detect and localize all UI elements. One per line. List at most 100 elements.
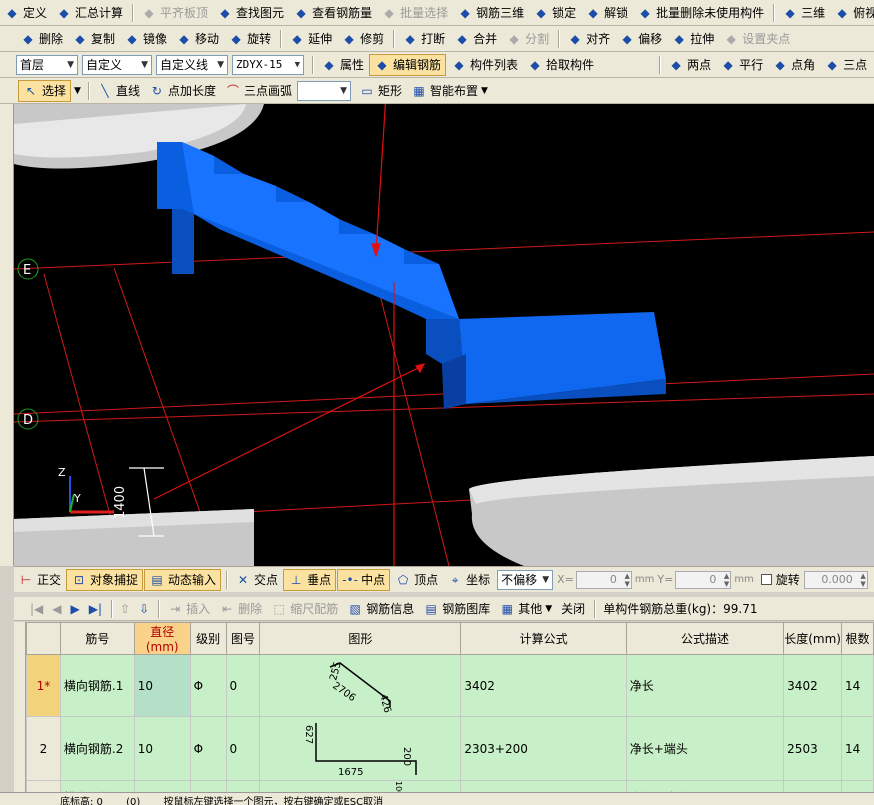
offset-mode-select[interactable]: 不偏移 ▼ — [497, 569, 554, 590]
count-cell[interactable]: 14 — [841, 716, 874, 781]
intersection-snap[interactable]: ✕ 交点 — [231, 569, 282, 591]
edit-button-2[interactable]: ◆ 镜像 — [120, 28, 171, 50]
edit-button-12[interactable]: ◆ 拉伸 — [667, 28, 718, 50]
grade-cell[interactable]: Φ — [189, 716, 227, 781]
row-number-cell[interactable]: 2 — [26, 716, 61, 781]
perpendicular-snap[interactable]: ⊥ 垂点 — [283, 568, 337, 591]
arc-option-select[interactable]: ▼ — [296, 80, 351, 101]
insert-button[interactable]: ⇥ 插入 — [163, 598, 214, 620]
axis-button-3[interactable]: ◆ 三点 — [820, 54, 871, 76]
select-tool[interactable]: ↖ 选择 — [18, 79, 72, 102]
edit-button-4[interactable]: ◆ 旋转 — [224, 28, 275, 50]
component-button-1[interactable]: ◆ 编辑钢筋 — [369, 53, 447, 76]
stair-component[interactable] — [157, 142, 666, 409]
formula-desc-cell[interactable]: 净长+端头 — [625, 716, 785, 781]
formula-desc-cell[interactable]: 净长+端头 — [625, 780, 785, 792]
shape-number-cell[interactable]: 0 — [225, 716, 261, 781]
col-count-header[interactable]: 根数 — [841, 622, 874, 655]
main-button-6[interactable]: ◆ 钢筋三维 — [453, 2, 528, 24]
length-cell[interactable]: 2125 — [783, 780, 843, 792]
rotate-checkbox[interactable] — [760, 574, 772, 585]
col-shape-header[interactable]: 图形 — [259, 622, 462, 655]
diameter-cell[interactable]: 10 — [133, 716, 191, 781]
shape-cell[interactable]: 627 1675 200 — [259, 716, 462, 781]
shape-number-cell[interactable]: 0 — [225, 780, 261, 792]
edit-button-0[interactable]: ◆ 删除 — [16, 28, 67, 50]
col-diameter-header[interactable]: 直径(mm) — [133, 622, 191, 655]
edit-button-9[interactable]: ◆ 分割 — [502, 28, 553, 50]
formula-cell[interactable]: 2303+200 — [460, 716, 627, 781]
3d-viewport[interactable]: 1400 Z Y E D — [14, 104, 874, 566]
formula-desc-cell[interactable]: 净长 — [625, 654, 785, 717]
col-shape-no-header[interactable]: 图号 — [225, 622, 261, 655]
length-cell[interactable]: 2503 — [783, 716, 843, 781]
main-button-11[interactable]: ◆俯视 — [830, 2, 874, 24]
next-record-button[interactable]: ▶ — [67, 598, 84, 620]
coordinate-snap[interactable]: ⌖ 坐标 — [443, 569, 494, 591]
component-button-3[interactable]: ◆ 拾取构件 — [523, 54, 598, 76]
col-desc-header[interactable]: 公式描述 — [625, 622, 785, 655]
table-row[interactable]: 1* 横向钢筋.1 10 Φ 0 255 2706 426 3402 净长 3402 14 — [26, 654, 874, 717]
formula-cell[interactable]: 1925+200 — [460, 780, 627, 792]
edit-button-1[interactable]: ◆ 复制 — [68, 28, 119, 50]
table-row[interactable]: 2 横向钢筋.2 10 Φ 0 627 1675 200 2303+200 净长+端头 250… — [26, 716, 874, 781]
object-snap-toggle[interactable]: ⊡ 对象捕捉 — [66, 568, 144, 591]
main-button-8[interactable]: ◆ 解锁 — [581, 2, 632, 24]
main-button-4[interactable]: ◆ 查看钢筋量 — [289, 2, 376, 24]
diameter-cell[interactable]: 10 — [133, 654, 191, 717]
count-cell[interactable]: 14 — [841, 654, 874, 717]
formula-cell[interactable]: 3402 — [460, 654, 627, 717]
midpoint-snap[interactable]: -•- 中点 — [337, 568, 391, 591]
axis-button-1[interactable]: ◆ 平行 — [716, 54, 767, 76]
row-number-cell[interactable]: 1* — [26, 654, 61, 717]
axis-button-2[interactable]: ◆ 点角 — [768, 54, 819, 76]
table-row[interactable]: 3横向钢筋.310Φ0 1825 100 200 1925+200净长+端头212… — [26, 780, 874, 792]
grade-cell[interactable]: Φ — [189, 654, 227, 717]
count-cell[interactable]: 14 — [841, 780, 874, 792]
length-cell[interactable]: 3402 — [783, 654, 843, 717]
smart-layout-tool[interactable]: ▦ 智能布置 ▼ — [407, 80, 492, 102]
main-button-0[interactable]: ◆ 定义 — [0, 2, 51, 24]
category-select[interactable]: 自定义 ▼ — [82, 54, 152, 75]
point-length-tool[interactable]: ↻ 点加长度 — [145, 80, 220, 102]
prev-record-button[interactable]: ◀ — [48, 598, 65, 620]
row-number-cell[interactable]: 3 — [26, 780, 61, 792]
shape-cell[interactable]: 255 2706 426 — [259, 654, 462, 717]
edit-button-8[interactable]: ◆ 合并 — [450, 28, 501, 50]
other-menu-button[interactable]: ▦ 其他 ▼ — [495, 598, 556, 620]
shape-cell[interactable]: 1825 100 200 — [259, 780, 462, 792]
edit-button-7[interactable]: ◆ 打断 — [398, 28, 449, 50]
main-button-10[interactable]: ◆ 三维 — [778, 2, 829, 24]
rebar-name-cell[interactable]: 横向钢筋.2 — [59, 716, 135, 781]
col-formula-header[interactable]: 计算公式 — [460, 622, 627, 655]
edit-button-5[interactable]: ◆ 延伸 — [285, 28, 336, 50]
col-name-header[interactable]: 筋号 — [59, 622, 135, 655]
main-button-3[interactable]: ◆ 查找图元 — [213, 2, 288, 24]
diameter-cell[interactable]: 10 — [133, 780, 191, 792]
first-record-button[interactable]: |◀ — [26, 598, 47, 620]
scale-rebar-button[interactable]: ⬚ 缩尺配筋 — [267, 598, 342, 620]
rebar-name-cell[interactable]: 横向钢筋.1 — [59, 654, 135, 717]
component-button-2[interactable]: ◆ 构件列表 — [447, 54, 522, 76]
rebar-library-button[interactable]: ▤ 钢筋图库 — [419, 598, 494, 620]
col-length-header[interactable]: 长度(mm) — [783, 622, 843, 655]
select-dropdown[interactable]: ▼ — [72, 80, 83, 102]
close-panel-button[interactable]: 关闭 — [557, 598, 589, 620]
main-button-9[interactable]: ◆ 批量删除未使用构件 — [633, 2, 768, 24]
shape-number-cell[interactable]: 0 — [225, 654, 261, 717]
main-button-2[interactable]: ◆ 平齐板顶 — [137, 2, 212, 24]
edit-button-10[interactable]: ◆ 对齐 — [563, 28, 614, 50]
rotate-input[interactable]: 0.000 ▲ ▼ — [803, 570, 868, 589]
three-point-arc-tool[interactable]: ⌒ 三点画弧 — [221, 80, 296, 102]
edit-button-13[interactable]: ◆ 设置夹点 — [719, 28, 794, 50]
line-tool[interactable]: ╲ 直线 — [93, 80, 144, 102]
floor-select[interactable]: 首层 ▼ — [16, 54, 78, 75]
main-button-7[interactable]: ◆ 锁定 — [529, 2, 580, 24]
col-grade-header[interactable]: 级别 — [189, 622, 227, 655]
delete-row-button[interactable]: ⇤ 删除 — [215, 598, 266, 620]
grade-cell[interactable]: Φ — [189, 780, 227, 792]
rebar-name-cell[interactable]: 横向钢筋.3 — [59, 780, 135, 792]
subcategory-select[interactable]: 自定义线 ▼ — [156, 54, 228, 75]
edit-button-3[interactable]: ◆ 移动 — [172, 28, 223, 50]
x-input[interactable]: 0 ▲ ▼ — [575, 570, 632, 589]
